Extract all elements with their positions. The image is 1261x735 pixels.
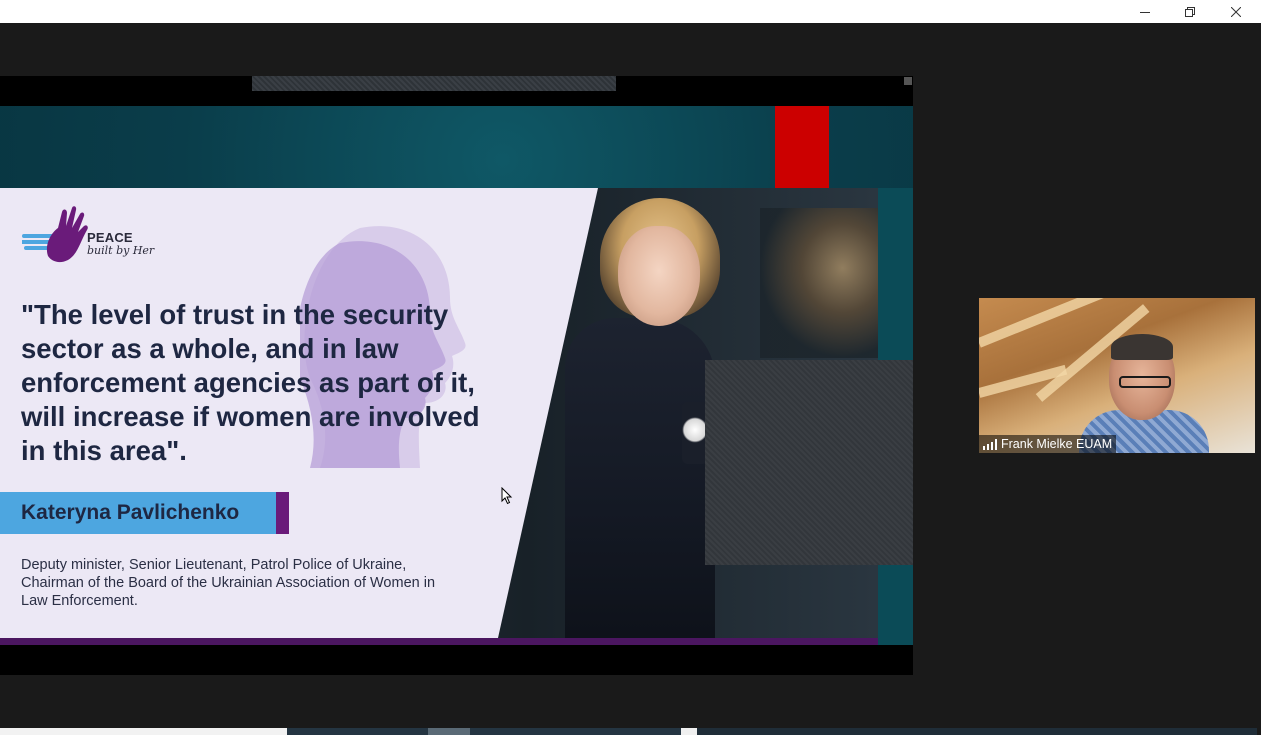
officer-uniform bbox=[565, 318, 715, 638]
close-button[interactable] bbox=[1213, 0, 1259, 23]
slide-quote: "The level of trust in the security sect… bbox=[21, 299, 480, 466]
restore-icon bbox=[1185, 6, 1195, 17]
share-close-icon[interactable] bbox=[904, 77, 912, 85]
close-icon bbox=[1231, 6, 1241, 17]
signal-strength-icon bbox=[983, 439, 997, 450]
share-toolbar-handle[interactable] bbox=[252, 76, 616, 91]
speaker-name-accent bbox=[276, 492, 289, 534]
speaker-description: Deputy minister, Senior Lieutenant, Patr… bbox=[21, 557, 436, 609]
participant-hair bbox=[1111, 334, 1173, 360]
participant-video-tile[interactable] bbox=[979, 298, 1255, 453]
taskbar-right-segment bbox=[697, 728, 1257, 735]
taskbar-middle-segment bbox=[287, 728, 697, 735]
officer-face bbox=[618, 226, 700, 326]
participant-name-label: Frank Mielke EUAM bbox=[979, 435, 1117, 453]
window-title-bar bbox=[0, 0, 1261, 23]
logo-text-peace: PEACE bbox=[87, 230, 133, 245]
taskbar-left-segment bbox=[0, 728, 287, 735]
slide-red-accent bbox=[775, 106, 829, 188]
taskbar-thumb[interactable] bbox=[428, 728, 470, 735]
minimize-button[interactable] bbox=[1122, 0, 1168, 23]
speaker-name: Kateryna Pavlichenko bbox=[21, 501, 240, 524]
logo-text-built-by-her: built by Her bbox=[87, 244, 155, 257]
participant-glasses bbox=[1119, 376, 1171, 388]
minimize-icon bbox=[1140, 11, 1150, 13]
restore-button[interactable] bbox=[1167, 0, 1213, 23]
mirror-reflection bbox=[760, 208, 878, 358]
hatched-overlay-panel bbox=[705, 360, 913, 565]
slide-bottom-band bbox=[0, 638, 878, 645]
taskbar-marker bbox=[681, 728, 697, 735]
mouse-cursor-icon bbox=[501, 487, 513, 505]
